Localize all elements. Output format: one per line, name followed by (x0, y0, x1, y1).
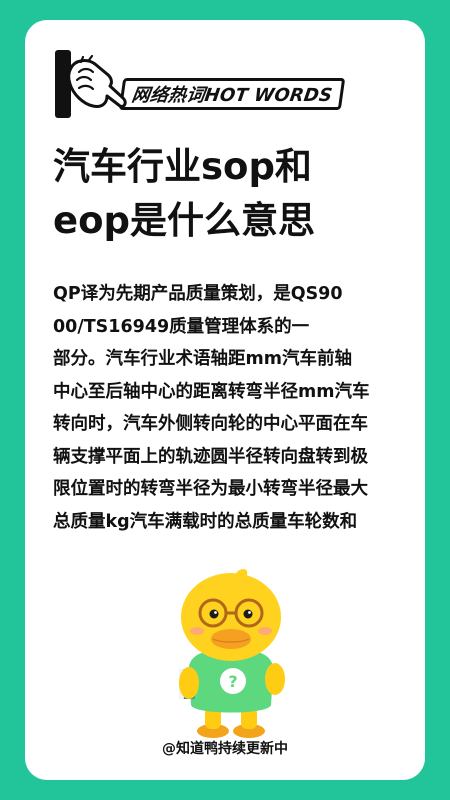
shirt-question-mark: ? (228, 672, 237, 691)
footer-credit: @知道鸭持续更新中 (162, 741, 288, 757)
body-line: 总质量kg汽车满载时的总质量车轮数和 (53, 511, 358, 532)
body-line: 00/TS16949质量管理体系的一 (53, 316, 310, 337)
page-title: 汽车行业sop和 eop是什么意思 (53, 140, 403, 248)
badge-pill: 网络热词HOT WORDS (118, 78, 346, 110)
body-line: 转向时，汽车外侧转向轮的中心平面在车 (53, 414, 368, 434)
title-line: eop是什么意思 (53, 199, 315, 242)
duck-mascot-icon: ? (179, 569, 285, 738)
title-line: 汽车行业sop和 (53, 145, 312, 188)
body-line: QP译为先期产品质量策划，是QS90 (53, 284, 343, 304)
pointing-hand-icon (67, 54, 127, 108)
article-body: QP译为先期产品质量策划，是QS90 00/TS16949质量管理体系的一 部分… (53, 278, 403, 538)
hot-words-badge: 网络热词HOT WORDS (55, 50, 385, 118)
content-card: 网络热词HOT WORDS 汽车行业sop和 eop是什么意思 QP译为先期产品… (25, 20, 425, 780)
body-line: 限位置时的转弯半径为最小转弯半径最大 (53, 479, 368, 499)
body-line: 部分。汽车行业术语轴距mm汽车前轴 (53, 349, 352, 369)
body-line: 中心至后轴中心的距离转弯半径mm汽车 (53, 381, 370, 402)
badge-label: 网络热词HOT WORDS (130, 85, 334, 106)
body-line: 辆支撑平面上的轨迹圆半径转向盘转到极 (53, 446, 368, 467)
